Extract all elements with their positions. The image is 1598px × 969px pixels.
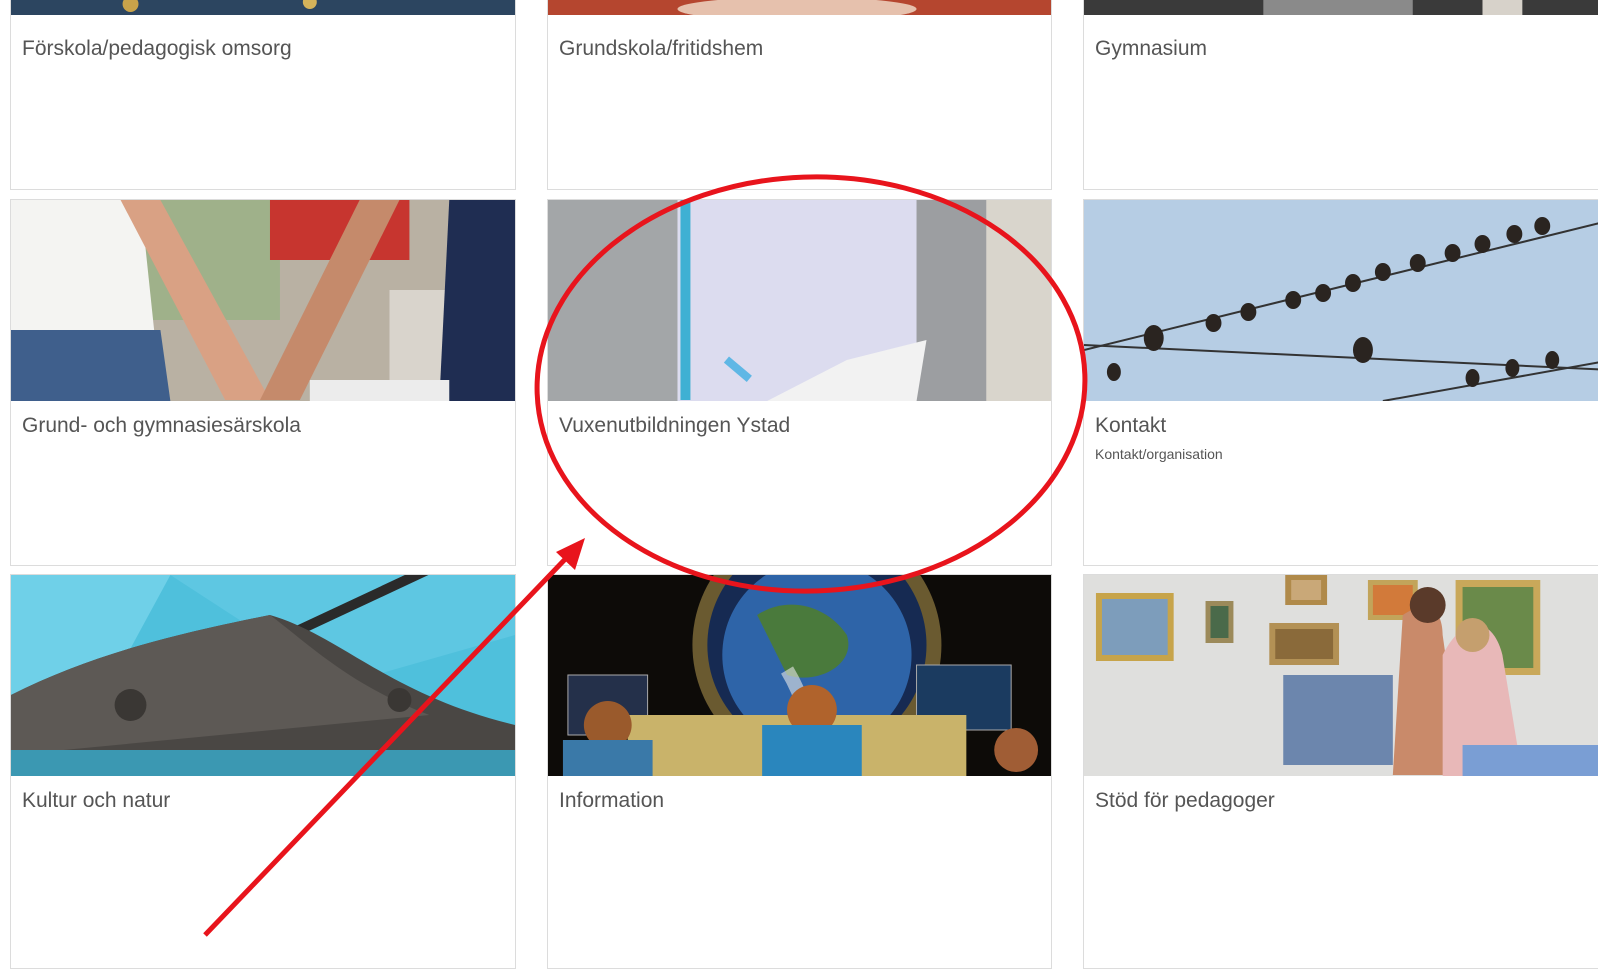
card-image: [1084, 200, 1598, 401]
card-title: Grundskola/fritidshem: [559, 37, 764, 60]
card-information[interactable]: Information: [547, 574, 1052, 969]
card-vuxenutbildningen[interactable]: Vuxenutbildningen Ystad: [547, 199, 1052, 566]
card-image: [1084, 575, 1598, 776]
card-image: [11, 200, 515, 401]
card-title: Grund- och gymnasiesärskola: [22, 414, 301, 437]
card-title: Information: [559, 789, 665, 812]
card-image: [1084, 0, 1598, 15]
card-image: [548, 200, 1051, 401]
card-kultur-natur[interactable]: Kultur och natur: [10, 574, 516, 969]
card-grundskola[interactable]: Grundskola/fritidshem: [547, 0, 1052, 190]
card-title: Kontakt: [1095, 414, 1167, 437]
card-image: [11, 0, 515, 15]
card-title: Förskola/pedagogisk omsorg: [22, 37, 292, 60]
card-kontakt[interactable]: Kontakt Kontakt/organisation: [1083, 199, 1598, 566]
card-gymnasium[interactable]: Gymnasium: [1083, 0, 1598, 190]
card-grundsarskola[interactable]: Grund- och gymnasiesärskola: [10, 199, 516, 566]
card-image: [548, 0, 1051, 15]
card-title: Stöd för pedagoger: [1095, 789, 1275, 812]
card-title: Kultur och natur: [22, 789, 171, 812]
card-title: Gymnasium: [1095, 37, 1208, 60]
card-stod-pedagoger[interactable]: Stöd för pedagoger: [1083, 574, 1598, 969]
card-title: Vuxenutbildningen Ystad: [559, 414, 791, 437]
card-image: [11, 575, 515, 776]
card-subtitle: Kontakt/organisation: [1095, 446, 1223, 462]
card-forskola[interactable]: Förskola/pedagogisk omsorg: [10, 0, 516, 190]
card-image: [548, 575, 1051, 776]
